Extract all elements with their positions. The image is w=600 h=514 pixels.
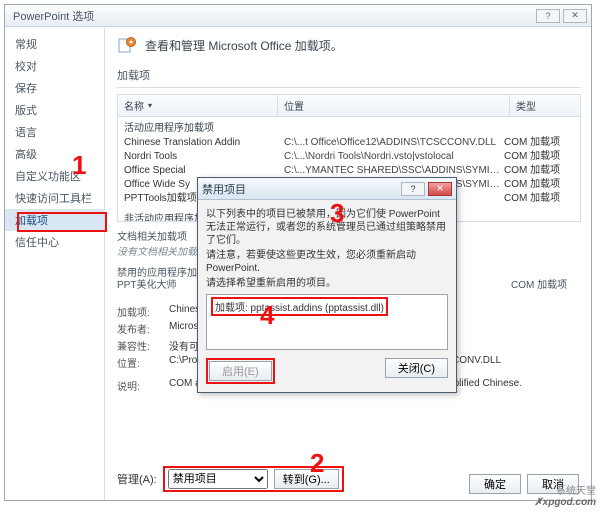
col-location[interactable]: 位置 (278, 95, 510, 116)
divider (117, 87, 581, 88)
ok-button[interactable]: 确定 (469, 474, 521, 494)
addins-icon (117, 35, 137, 55)
section-label: 加载项 (117, 67, 581, 83)
modal-close-button[interactable]: 关闭(C) (385, 358, 448, 378)
sort-caret-icon: ▾ (148, 101, 152, 110)
sidebar-item-proofing[interactable]: 校对 (5, 55, 104, 77)
titlebar: PowerPoint 选项 ? ✕ (5, 5, 591, 27)
table-row[interactable]: Chinese Translation AddinC:\...t Office\… (118, 136, 580, 150)
group-active: 活动应用程序加载项 (118, 117, 580, 136)
header-text: 查看和管理 Microsoft Office 加载项。 (145, 37, 343, 54)
go-button[interactable]: 转到(G)... (274, 469, 339, 489)
sidebar-item-advanced[interactable]: 高级 (5, 143, 104, 165)
manage-select[interactable]: 禁用项目 (168, 469, 268, 489)
watermark: 系统天堂 ✗xpgod.com (534, 486, 596, 508)
modal-text-3: 请选择希望重新启用的项目。 (206, 277, 448, 290)
modal-listbox[interactable]: 加载项: pptassist.addins (pptassist.dll) (206, 294, 448, 350)
sidebar-item-qat[interactable]: 快速访问工具栏 (5, 187, 104, 209)
enable-button[interactable]: 启用(E) (209, 361, 272, 381)
modal-close-icon[interactable]: ✕ (428, 182, 452, 196)
modal-help-icon[interactable]: ? (401, 182, 425, 196)
modal-list-entry[interactable]: 加载项: pptassist.addins (pptassist.dll) (211, 297, 388, 316)
sidebar-item-save[interactable]: 保存 (5, 77, 104, 99)
sidebar-item-addins[interactable]: 加载项 (5, 209, 104, 231)
table-row[interactable]: Nordri ToolsC:\...\Nordri Tools\Nordri.v… (118, 150, 580, 164)
manage-label: 管理(A): (117, 471, 157, 487)
help-icon[interactable]: ? (536, 9, 560, 23)
close-icon[interactable]: ✕ (563, 9, 587, 23)
col-type[interactable]: 类型 (510, 95, 580, 116)
sidebar-item-language[interactable]: 语言 (5, 121, 104, 143)
window-title: PowerPoint 选项 (9, 8, 533, 24)
sidebar-item-general[interactable]: 常规 (5, 33, 104, 55)
table-row[interactable]: Office SpecialC:\...YMANTEC SHARED\SSC\A… (118, 164, 580, 178)
disabled-items-dialog: 禁用项目 ? ✕ 以下列表中的项目已被禁用，因为它们使 PowerPoint 无… (197, 177, 457, 393)
sidebar-item-layout[interactable]: 版式 (5, 99, 104, 121)
modal-text-2: 请注意，若要使这些更改生效，您必须重新启动 PowerPoint. (206, 249, 448, 275)
modal-title: 禁用项目 (202, 181, 246, 197)
modal-text-1: 以下列表中的项目已被禁用，因为它们使 PowerPoint 无法正常运行，或者您… (206, 208, 448, 247)
sidebar-item-trust-center[interactable]: 信任中心 (5, 231, 104, 253)
sidebar: 常规 校对 保存 版式 语言 高级 自定义功能区 快速访问工具栏 加载项 信任中… (5, 27, 105, 500)
options-window: PowerPoint 选项 ? ✕ 常规 校对 保存 版式 语言 高级 自定义功… (4, 4, 592, 501)
col-name[interactable]: 名称 ▾ (118, 95, 278, 116)
sidebar-item-customize-ribbon[interactable]: 自定义功能区 (5, 165, 104, 187)
